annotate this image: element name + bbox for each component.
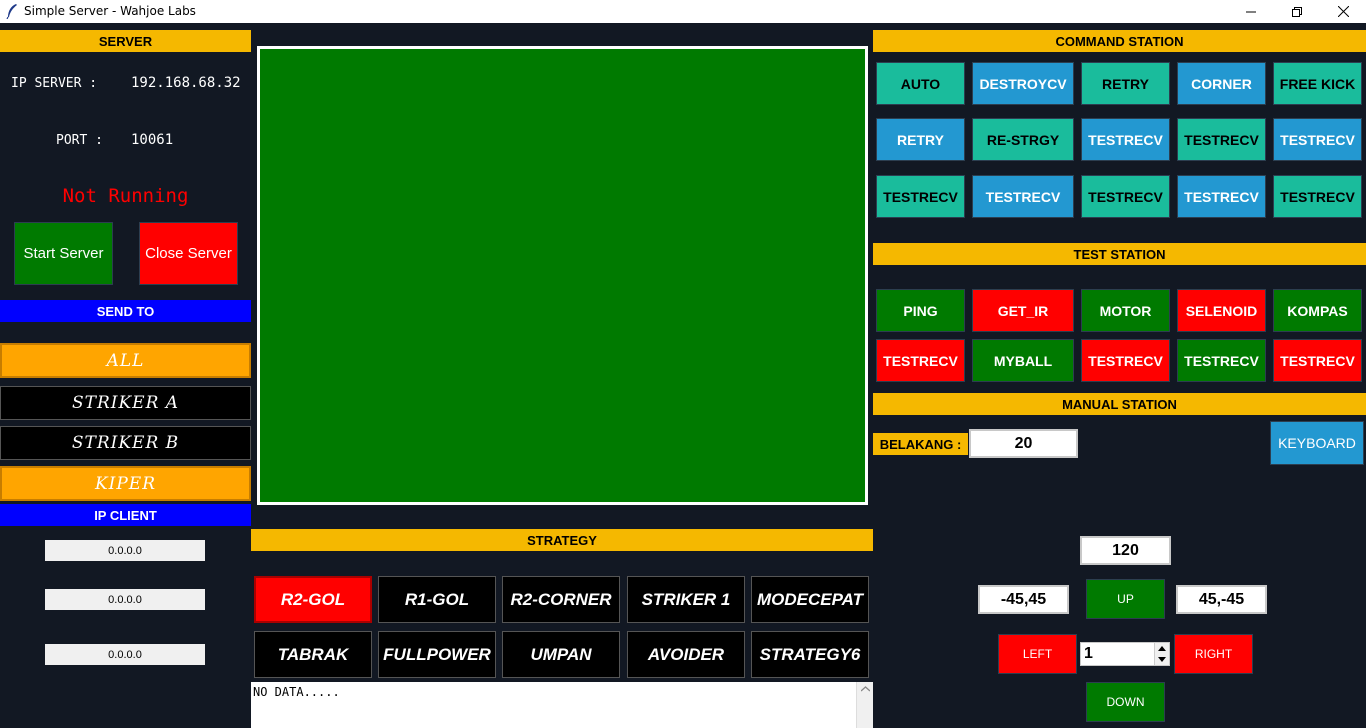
cmd-free-kick-button[interactable]: FREE KICK	[1273, 62, 1362, 105]
test-testrecv-button[interactable]: TESTRECV	[876, 339, 965, 382]
strategy-r2-gol-button[interactable]: R2-GOL	[254, 576, 372, 623]
cmd-re-strgy-button[interactable]: RE-STRGY	[972, 118, 1074, 161]
ip-server-label: IP SERVER :	[11, 76, 98, 91]
test-testrecv-button[interactable]: TESTRECV	[1081, 339, 1170, 382]
cmd-testrecv-button[interactable]: TESTRECV	[1081, 118, 1170, 161]
cmd-destroycv-button[interactable]: DESTROYCV	[972, 62, 1074, 105]
cmd-testrecv-button[interactable]: TESTRECV	[1273, 175, 1362, 218]
strategy-r1-gol-button[interactable]: R1-GOL	[378, 576, 496, 623]
send-to-striker-a-button[interactable]: STRIKER A	[0, 386, 251, 420]
cmd-testrecv-button[interactable]: TESTRECV	[1177, 118, 1266, 161]
field-canvas[interactable]	[257, 46, 868, 505]
cmd-testrecv-button[interactable]: TESTRECV	[972, 175, 1074, 218]
close-window-button[interactable]	[1320, 0, 1366, 23]
minimize-icon	[1246, 11, 1256, 12]
cmd-testrecv-button[interactable]: TESTRECV	[876, 175, 965, 218]
strategy-tabrak-button[interactable]: TABRAK	[254, 631, 372, 678]
test-ping-button[interactable]: PING	[876, 289, 965, 332]
spin-up-icon	[1158, 646, 1166, 651]
window-title: Simple Server - Wahjoe Labs	[24, 4, 196, 18]
cmd-auto-button[interactable]: AUTO	[876, 62, 965, 105]
send-to-header: SEND TO	[0, 300, 251, 322]
title-bar: Simple Server - Wahjoe Labs	[0, 0, 1366, 23]
ip-server-value: 192.168.68.32	[131, 75, 241, 91]
test-testrecv-button[interactable]: TESTRECV	[1273, 339, 1362, 382]
server-header: SERVER	[0, 30, 251, 52]
test-kompas-button[interactable]: KOMPAS	[1273, 289, 1362, 332]
test-station-header: TEST STATION	[873, 243, 1366, 265]
belakang-label: BELAKANG :	[873, 433, 968, 455]
ip-client-field-2: 0.0.0.0	[45, 589, 205, 610]
cmd-retry-button[interactable]: RETRY	[1081, 62, 1170, 105]
right-coord-input[interactable]: 45,-45	[1176, 585, 1267, 614]
cmd-corner-button[interactable]: CORNER	[1177, 62, 1266, 105]
port-label: PORT :	[56, 133, 103, 148]
scroll-up-icon	[861, 686, 870, 692]
ip-client-field-3: 0.0.0.0	[45, 644, 205, 665]
test-get-ir-button[interactable]: GET_IR	[972, 289, 1074, 332]
feather-icon	[6, 4, 17, 19]
strategy-r2-corner-button[interactable]: R2-CORNER	[502, 576, 620, 623]
spin-down-icon	[1158, 657, 1166, 662]
start-server-button[interactable]: Start Server	[14, 222, 113, 285]
log-scrollbar[interactable]	[856, 682, 873, 728]
spin-up-button[interactable]	[1154, 643, 1169, 654]
strategy-striker-1-button[interactable]: STRIKER 1	[627, 576, 745, 623]
log-text: NO DATA.....	[253, 685, 340, 699]
send-to-kiper-button[interactable]: KIPER	[0, 466, 251, 501]
left-button[interactable]: LEFT	[998, 634, 1077, 674]
spin-down-button[interactable]	[1154, 654, 1169, 665]
belakang-input[interactable]: 20	[969, 429, 1078, 458]
ip-client-field-1: 0.0.0.0	[45, 540, 205, 561]
down-button[interactable]: DOWN	[1086, 682, 1165, 722]
strategy-fullpower-button[interactable]: FULLPOWER	[378, 631, 496, 678]
test-selenoid-button[interactable]: SELENOID	[1177, 289, 1266, 332]
cmd-testrecv-button[interactable]: TESTRECV	[1273, 118, 1362, 161]
cmd-testrecv-button[interactable]: TESTRECV	[1177, 175, 1266, 218]
strategy-modecepat-button[interactable]: MODECEPAT	[751, 576, 869, 623]
restore-button[interactable]	[1274, 0, 1320, 23]
step-spinbox[interactable]: 1	[1080, 642, 1170, 666]
log-textbox[interactable]: NO DATA.....	[251, 682, 873, 728]
send-to-all-button[interactable]: ALL	[0, 343, 251, 378]
close-server-button[interactable]: Close Server	[139, 222, 238, 285]
step-spinbox-value: 1	[1084, 645, 1093, 662]
strategy-umpan-button[interactable]: UMPAN	[502, 631, 620, 678]
test-motor-button[interactable]: MOTOR	[1081, 289, 1170, 332]
command-station-header: COMMAND STATION	[873, 30, 1366, 52]
server-status: Not Running	[62, 185, 189, 207]
send-to-striker-b-button[interactable]: STRIKER B	[0, 426, 251, 460]
strategy-avoider-button[interactable]: AVOIDER	[627, 631, 745, 678]
cmd-retry-2-button[interactable]: RETRY	[876, 118, 965, 161]
test-myball-button[interactable]: MYBALL	[972, 339, 1074, 382]
ip-client-header: IP CLIENT	[0, 504, 251, 526]
left-coord-input[interactable]: -45,45	[978, 585, 1069, 614]
cmd-testrecv-button[interactable]: TESTRECV	[1081, 175, 1170, 218]
close-icon	[1337, 6, 1349, 17]
minimize-button[interactable]	[1228, 0, 1274, 23]
speed-input[interactable]: 120	[1080, 536, 1171, 565]
keyboard-button[interactable]: KEYBOARD	[1270, 421, 1364, 465]
port-value: 10061	[131, 132, 174, 148]
right-button[interactable]: RIGHT	[1174, 634, 1253, 674]
manual-station-header: MANUAL STATION	[873, 393, 1366, 415]
strategy-strategy6-button[interactable]: STRATEGY6	[751, 631, 869, 678]
up-button[interactable]: UP	[1086, 579, 1165, 619]
test-testrecv-button[interactable]: TESTRECV	[1177, 339, 1266, 382]
strategy-header: STRATEGY	[251, 529, 873, 551]
restore-icon	[1292, 6, 1302, 17]
